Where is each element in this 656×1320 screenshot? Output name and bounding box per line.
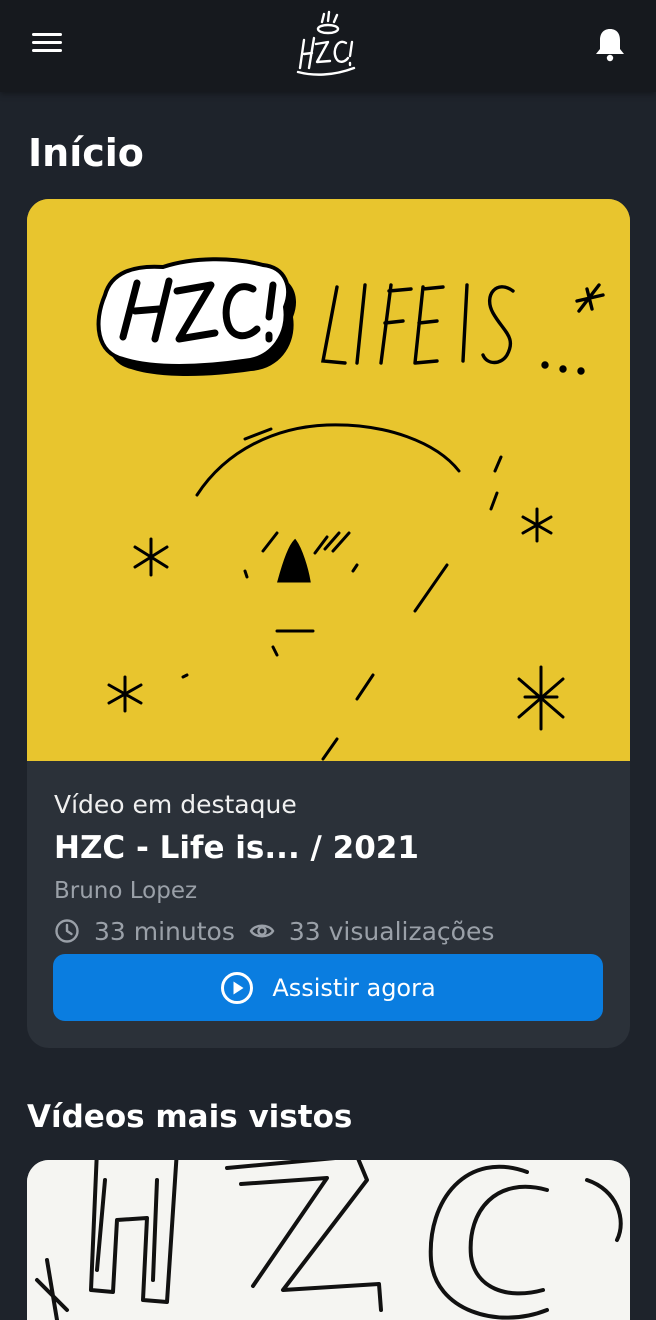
watch-now-label: Assistir agora xyxy=(272,973,436,1002)
featured-video-info: Vídeo em destaque HZC - Life is... / 202… xyxy=(54,787,606,949)
featured-video-card: Vídeo em destaque HZC - Life is... / 202… xyxy=(27,199,630,1048)
most-viewed-video-thumbnail[interactable] xyxy=(27,1160,630,1320)
featured-label: Vídeo em destaque xyxy=(54,790,297,819)
eye-icon xyxy=(249,924,275,938)
bell-icon[interactable] xyxy=(590,24,630,64)
featured-video-author[interactable]: Bruno Lopez xyxy=(54,873,606,909)
watch-now-button[interactable]: Assistir agora xyxy=(53,954,603,1021)
hamburger-menu-icon[interactable] xyxy=(28,26,66,60)
views-text: 33 visualizações xyxy=(288,916,495,946)
app-bar xyxy=(0,0,656,92)
featured-video-title[interactable]: HZC - Life is... / 2021 xyxy=(54,825,606,871)
clock-icon xyxy=(55,919,79,943)
featured-video-meta: 33 minutos 33 visualizações xyxy=(54,913,606,949)
featured-video-thumbnail[interactable] xyxy=(27,199,630,761)
play-circle-icon xyxy=(221,971,254,1004)
most-viewed-section-title: Vídeos mais vistos xyxy=(27,1099,353,1135)
duration-text: 33 minutos xyxy=(94,916,235,946)
thumbnail-hzc-graffiti xyxy=(96,257,297,376)
page-title: Início xyxy=(28,131,144,175)
hzc-logo[interactable] xyxy=(288,10,368,82)
